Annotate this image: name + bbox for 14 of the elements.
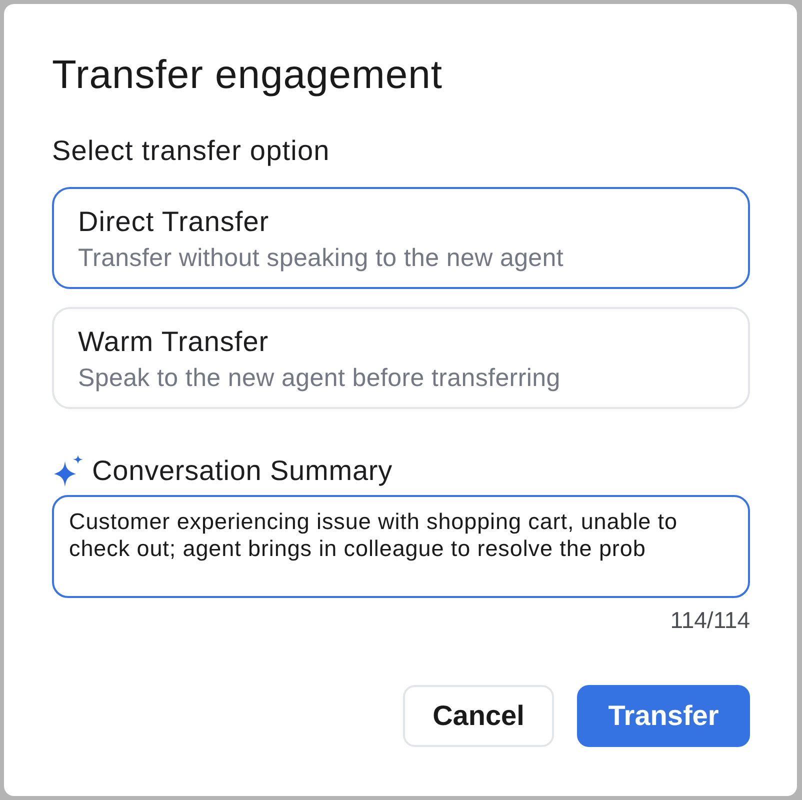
- cancel-button[interactable]: Cancel: [403, 685, 554, 747]
- option-title: Warm Transfer: [78, 325, 269, 359]
- dialog-title: Transfer engagement: [52, 52, 442, 98]
- section-label: Select transfer option: [52, 134, 330, 168]
- transfer-button[interactable]: Transfer: [577, 685, 750, 747]
- character-counter: 114/114: [670, 606, 750, 634]
- option-description: Speak to the new agent before transferring: [78, 363, 560, 393]
- sparkle-icon: [52, 455, 84, 487]
- summary-label: Conversation Summary: [92, 454, 393, 488]
- transfer-option[interactable]: Warm Transfer Speak to the new agent before transferring: [52, 307, 750, 409]
- option-description: Transfer without speaking to the new agent: [78, 243, 564, 273]
- transfer-option[interactable]: Direct Transfer Transfer without speaking to the new agent: [52, 187, 750, 289]
- summary-field[interactable]: Customer experiencing issue with shopping cart, unable to check out; agent brings in colleague to resolve the prob: [52, 495, 750, 598]
- option-title: Direct Transfer: [78, 205, 270, 239]
